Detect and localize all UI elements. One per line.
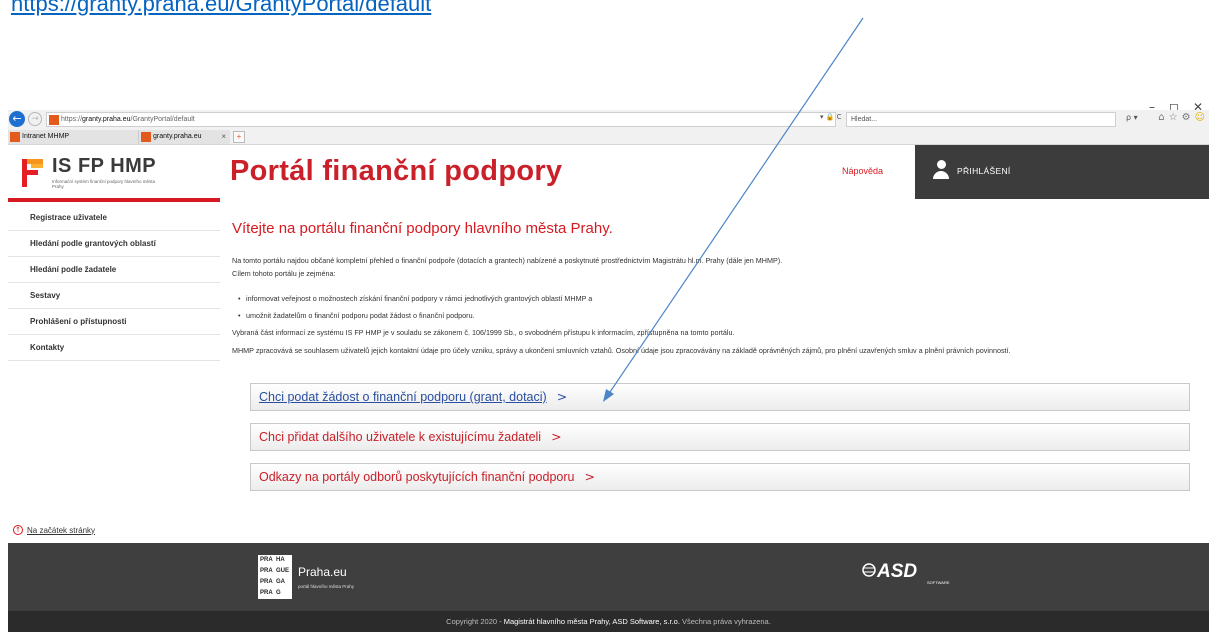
sidebar-item-contacts[interactable]: Kontakty (8, 335, 220, 361)
page-title: Portál finanční podpory (230, 155, 563, 187)
welcome-heading: Vítejte na portálu finanční podpory hlav… (232, 220, 613, 237)
annotation-url-link[interactable]: https://granty.praha.eu/GrantyPortal/def… (11, 0, 431, 17)
praha-eu-name[interactable]: Praha.eu (298, 565, 347, 579)
svg-text:ASD: ASD (876, 561, 917, 582)
copyright-suffix: Všechna práva vyhrazena. (679, 617, 771, 626)
annotation-arrow-line (607, 17, 864, 396)
favorites-star-icon[interactable]: ☆ (1169, 112, 1178, 123)
address-prefix: https:// (61, 116, 83, 123)
copyright-owners: Magistrát hlavního města Prahy, ASD Soft… (503, 617, 680, 626)
browser-nav-row: ← → https://granty.praha.eu/GrantyPortal… (8, 110, 1209, 129)
tab-close-icon[interactable]: × (221, 130, 226, 144)
goal-intro-text: Cílem tohoto portálu je zejména: (232, 269, 336, 278)
new-tab-icon[interactable]: + (233, 131, 245, 143)
copyright-prefix: Copyright 2020 - (446, 617, 504, 626)
home-icon[interactable]: ⌂ (1158, 112, 1164, 123)
tab-favicon-icon (10, 132, 20, 142)
sidebar-item-registrace[interactable]: Registrace uživatele (8, 205, 220, 231)
chevron-right-icon: > (584, 469, 595, 484)
sidebar-item-reports[interactable]: Sestavy (8, 283, 220, 309)
chevron-right-icon: > (556, 389, 568, 404)
back-to-top-label: Na začátek stránky (27, 525, 96, 535)
lock-refresh-icons[interactable]: ▾ 🔒 C (820, 113, 842, 121)
action-label: Odkazy na portály odborů poskytujících f… (259, 470, 575, 484)
law-note-text: Vybraná část informací ze systému IS FP … (232, 328, 735, 337)
sidebar-item-accessibility[interactable]: Prohlášení o přístupnosti (8, 309, 220, 335)
help-link[interactable]: Nápověda (842, 166, 883, 176)
browser-toolbar-icons: ⌂ ☆ ⚙ ☺ (1158, 112, 1205, 123)
tab-label: Intranet MHMP (22, 133, 70, 140)
svg-text:SOFTWARE: SOFTWARE (927, 580, 950, 585)
department-portals-button[interactable]: Odkazy na portály odborů poskytujících f… (250, 463, 1190, 491)
search-input[interactable]: Hledat... (846, 112, 1116, 127)
back-arrow-icon[interactable]: ← (9, 111, 25, 127)
address-domain: granty.praha.eu (82, 116, 131, 123)
action-label: Chci podat žádost o finanční podporu (gr… (259, 390, 547, 404)
forward-arrow-icon[interactable]: → (28, 112, 42, 126)
chevron-right-icon: > (551, 429, 562, 444)
back-to-top-link[interactable]: ↑ Na začátek stránky (13, 525, 95, 535)
bullet-item: informovat veřejnost o možnostech získán… (238, 294, 592, 303)
praha-logo[interactable]: PRA HA PRA GUE PRA GA PRA G (258, 555, 292, 599)
tab-label: granty.praha.eu (153, 133, 202, 140)
user-icon (933, 160, 949, 180)
tab-granty-praha[interactable]: granty.praha.eu × (138, 130, 230, 144)
submit-application-button[interactable]: Chci podat žádost o finanční podporu (gr… (250, 383, 1190, 411)
browser-tabs: Intranet MHMP granty.praha.eu × + (8, 130, 1209, 144)
arrow-up-icon: ↑ (13, 525, 23, 535)
logo-title[interactable]: IS FP HMP (52, 155, 156, 178)
add-user-button[interactable]: Chci přidat dalšího uživatele k existují… (250, 423, 1190, 451)
login-button[interactable]: PŘIHLÁŠENÍ (915, 145, 1209, 199)
is-fp-logo-icon[interactable] (22, 159, 43, 187)
site-favicon-icon (49, 115, 59, 125)
feedback-smiley-icon[interactable]: ☺ (1195, 112, 1205, 123)
site-footer: PRA HA PRA GUE PRA GA PRA G Praha.eu portál … (8, 543, 1209, 632)
asd-software-logo[interactable]: ASD SOFTWARE (861, 558, 981, 588)
praha-eu-subtitle: portál hlavního města Prahy (298, 584, 355, 589)
intro-text: Na tomto portálu najdou občané kompletní… (232, 256, 783, 265)
search-icon[interactable]: ρ ▾ (1126, 113, 1138, 122)
sidebar-item-grant-areas[interactable]: Hledání podle grantových oblastí (8, 231, 220, 257)
copyright-bar: Copyright 2020 - Magistrát hlavního měst… (8, 611, 1209, 632)
tab-favicon-icon (141, 132, 151, 142)
sidebar-nav: Registrace uživatele Hledání podle grant… (8, 205, 220, 361)
logo-subtitle: Informační systém finanční podpory hlavn… (52, 179, 156, 189)
sidebar-item-applicant-search[interactable]: Hledání podle žadatele (8, 257, 220, 283)
settings-gear-icon[interactable]: ⚙ (1182, 112, 1191, 123)
site-header: IS FP HMP Informační systém finanční pod… (8, 145, 1209, 202)
header-accent-bar (8, 198, 220, 202)
browser-chrome: ← → https://granty.praha.eu/GrantyPortal… (8, 110, 1209, 145)
bullet-item: umožnit žadatelům o finanční podporu pod… (238, 311, 475, 320)
login-label: PŘIHLÁŠENÍ (957, 166, 1011, 176)
address-path: /GrantyPortal/default (130, 116, 195, 123)
address-bar[interactable]: https://granty.praha.eu/GrantyPortal/def… (46, 112, 836, 127)
gdpr-note-text: MHMP zpracovává se souhlasem uživatelů j… (232, 346, 1011, 355)
tab-intranet-mhmp[interactable]: Intranet MHMP (8, 130, 138, 144)
action-label: Chci přidat dalšího uživatele k existují… (259, 430, 542, 444)
